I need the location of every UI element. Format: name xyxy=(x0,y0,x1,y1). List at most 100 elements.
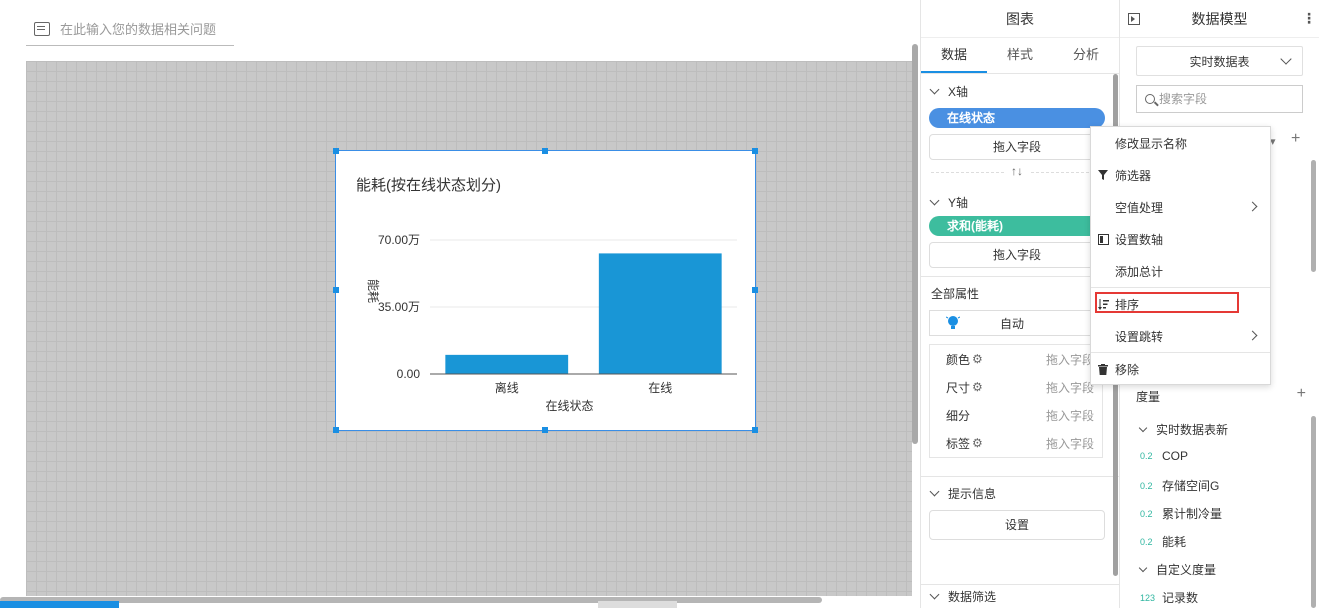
data-model-header: 数据模型 ⋮ xyxy=(1120,0,1319,38)
mark-type-select[interactable]: 自动 xyxy=(929,310,1111,336)
y-axis-title: 能耗 xyxy=(366,279,380,303)
field-type-icon: 0.2 xyxy=(1140,536,1153,547)
resize-handle-bm[interactable] xyxy=(542,427,548,433)
x-axis-drop-zone[interactable]: 拖入字段 xyxy=(929,134,1105,160)
chevron-down-icon xyxy=(929,84,940,94)
bar-chart: 0.00 35.00万 70.00万离线 在线在线状态 能耗 xyxy=(366,233,737,413)
property-detail[interactable]: 细分 拖入字段 xyxy=(930,401,1102,429)
field-name: 累计制冷量 xyxy=(1162,507,1223,521)
more-options-icon[interactable]: ⋮ xyxy=(1299,10,1319,27)
chevron-down-icon xyxy=(929,589,940,600)
chart-widget[interactable]: 能耗(按在线状态划分) 0.00 35.00万 70.00万 离线 在线 在线状态 能耗 xyxy=(335,150,756,431)
x-axis-field-pill[interactable]: 在线状态 xyxy=(929,108,1105,128)
field-type-icon: 123 xyxy=(1140,592,1156,603)
add-dimension-icon[interactable]: + xyxy=(1291,130,1300,148)
canvas-horizontal-scrollbar[interactable] xyxy=(0,597,822,603)
measure-label: 度量 xyxy=(1136,390,1161,404)
ask-question-bar[interactable]: 在此输入您的数据相关问题 xyxy=(26,12,234,46)
page-tab-active[interactable] xyxy=(0,601,119,608)
data-filter-header[interactable]: 数据筛选 xyxy=(921,584,1121,608)
field-name: 记录数 xyxy=(1162,591,1199,605)
menu-item-label: 设置数轴 xyxy=(1115,232,1164,247)
tooltip-label: 提示信息 xyxy=(948,487,997,501)
lightbulb-icon xyxy=(946,316,960,329)
resize-handle-ml[interactable] xyxy=(333,287,339,293)
menu-item-filter[interactable]: 筛选器 xyxy=(1091,161,1270,189)
field-item[interactable]: 0.2 COP xyxy=(1136,449,1188,463)
property-name: 尺寸 xyxy=(946,380,971,395)
collapse-panel-icon[interactable] xyxy=(1128,12,1140,25)
dimension-scrollbar[interactable] xyxy=(1311,160,1316,272)
field-type-icon: 0.2 xyxy=(1140,508,1153,519)
property-size[interactable]: 尺寸 ⚙ 拖入字段 xyxy=(930,373,1102,401)
x-axis-header[interactable]: X轴 xyxy=(921,74,1119,108)
x-axis-label: X轴 xyxy=(948,84,969,99)
menu-item-null-handling[interactable]: 空值处理 xyxy=(1091,193,1270,221)
property-label[interactable]: 标签 ⚙ 拖入字段 xyxy=(930,429,1102,457)
y-axis-field-pill[interactable]: 求和(能耗) xyxy=(929,216,1105,236)
menu-item-set-axis[interactable]: 设置数轴 xyxy=(1091,225,1270,253)
property-name: 标签 xyxy=(946,436,971,451)
resize-handle-bl[interactable] xyxy=(333,427,339,433)
tab-data[interactable]: 数据 xyxy=(921,38,987,73)
search-icon xyxy=(1145,94,1155,104)
mark-type-value: 自动 xyxy=(999,316,1024,331)
chevron-down-icon xyxy=(929,195,940,205)
field-search-input[interactable] xyxy=(1159,92,1289,106)
field-item[interactable]: 0.2 能耗 xyxy=(1136,533,1186,550)
resize-handle-br[interactable] xyxy=(752,427,758,433)
resize-handle-tm[interactable] xyxy=(542,148,548,154)
data-filter-label: 数据筛选 xyxy=(948,590,997,604)
chevron-down-icon xyxy=(1138,423,1148,432)
menu-separator xyxy=(1091,287,1270,288)
property-color[interactable]: 颜色 ⚙ 拖入字段 xyxy=(930,345,1102,373)
field-name: 存储空间G xyxy=(1162,479,1220,493)
resize-handle-tr[interactable] xyxy=(752,148,758,154)
menu-item-rename[interactable]: 修改显示名称 xyxy=(1091,129,1270,157)
tooltip-header[interactable]: 提示信息 xyxy=(921,476,1119,510)
y-tick-label: 35.00万 xyxy=(378,300,420,314)
field-search[interactable] xyxy=(1136,85,1303,113)
y-tick-label: 70.00万 xyxy=(378,233,420,247)
measure-scrollbar[interactable] xyxy=(1311,416,1316,608)
field-item[interactable]: 0.2 存储空间G xyxy=(1136,477,1219,494)
menu-item-add-total[interactable]: 添加总计 xyxy=(1091,257,1270,285)
field-item[interactable]: 0.2 累计制冷量 xyxy=(1136,505,1222,522)
property-drop-placeholder: 拖入字段 xyxy=(1045,436,1094,451)
property-name: 颜色 xyxy=(946,352,971,367)
measure-group-custom[interactable]: 自定义度量 xyxy=(1136,561,1216,578)
page-tab[interactable] xyxy=(598,601,677,608)
group-name: 实时数据表新 xyxy=(1156,423,1229,437)
field-item[interactable]: 123 记录数 xyxy=(1136,589,1198,606)
menu-item-remove[interactable]: 移除 xyxy=(1091,355,1270,383)
swap-axes-icon[interactable]: ↑↓ xyxy=(1005,164,1029,178)
gear-icon[interactable]: ⚙ xyxy=(972,436,986,450)
canvas-vertical-scrollbar[interactable] xyxy=(912,44,918,444)
tooltip-settings-button[interactable]: 设置 xyxy=(929,510,1105,540)
table-select-value: 实时数据表 xyxy=(1189,54,1250,69)
add-measure-icon[interactable]: + xyxy=(1297,385,1306,405)
menu-item-label: 设置跳转 xyxy=(1115,329,1164,344)
x-tick-label: 在线 xyxy=(648,381,672,395)
field-name: COP xyxy=(1162,449,1189,463)
property-drop-placeholder: 拖入字段 xyxy=(1045,380,1094,395)
gear-icon[interactable]: ⚙ xyxy=(972,352,986,366)
y-axis-drop-zone[interactable]: 拖入字段 xyxy=(929,242,1105,268)
menu-item-set-jump[interactable]: 设置跳转 xyxy=(1091,322,1270,350)
property-list: 颜色 ⚙ 拖入字段 尺寸 ⚙ 拖入字段 细分 拖入字段 标签 ⚙ 拖入字段 xyxy=(929,344,1103,458)
field-type-icon: 0.2 xyxy=(1140,451,1153,461)
tab-analysis[interactable]: 分析 xyxy=(1053,38,1119,73)
panel-title: 图表 xyxy=(921,0,1119,38)
chevron-right-icon xyxy=(1247,330,1258,341)
measure-group-realtime[interactable]: 实时数据表新 xyxy=(1136,421,1228,438)
sort-highlight-box xyxy=(1095,292,1239,313)
gear-icon[interactable]: ⚙ xyxy=(972,380,986,394)
y-tick-label: 0.00 xyxy=(397,367,421,381)
table-select[interactable]: 实时数据表 xyxy=(1136,46,1303,76)
tab-style[interactable]: 样式 xyxy=(987,38,1053,73)
resize-handle-mr[interactable] xyxy=(752,287,758,293)
menu-item-label: 筛选器 xyxy=(1115,168,1152,183)
ask-placeholder[interactable]: 在此输入您的数据相关问题 xyxy=(60,19,216,38)
resize-handle-tl[interactable] xyxy=(333,148,339,154)
property-name: 细分 xyxy=(946,408,971,423)
